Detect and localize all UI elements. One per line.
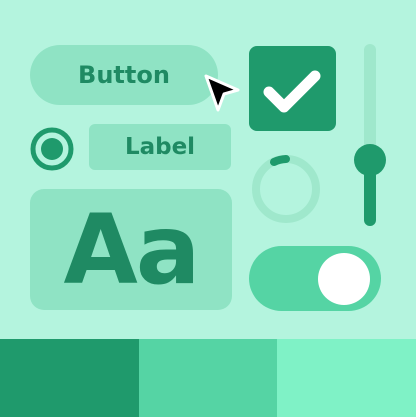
swatch-dark-green: [0, 339, 139, 417]
swatch-medium-green: [138, 339, 278, 417]
radio-button[interactable]: [29, 126, 75, 172]
spinner-icon: [249, 152, 323, 226]
label-text: Label: [124, 134, 196, 160]
typography-sample: Aa: [63, 193, 200, 306]
swatch-light-green: [277, 339, 416, 417]
button-label: Button: [78, 61, 170, 89]
checkbox[interactable]: [249, 46, 336, 131]
primary-button[interactable]: Button: [30, 45, 218, 105]
radio-icon: [30, 127, 74, 171]
color-swatches: [0, 339, 416, 417]
label-chip: Label: [89, 124, 231, 170]
arrow-cursor-icon: [200, 72, 244, 116]
slider-thumb[interactable]: [354, 144, 386, 176]
toggle-knob[interactable]: [318, 253, 370, 305]
checkmark-icon: [263, 70, 321, 113]
